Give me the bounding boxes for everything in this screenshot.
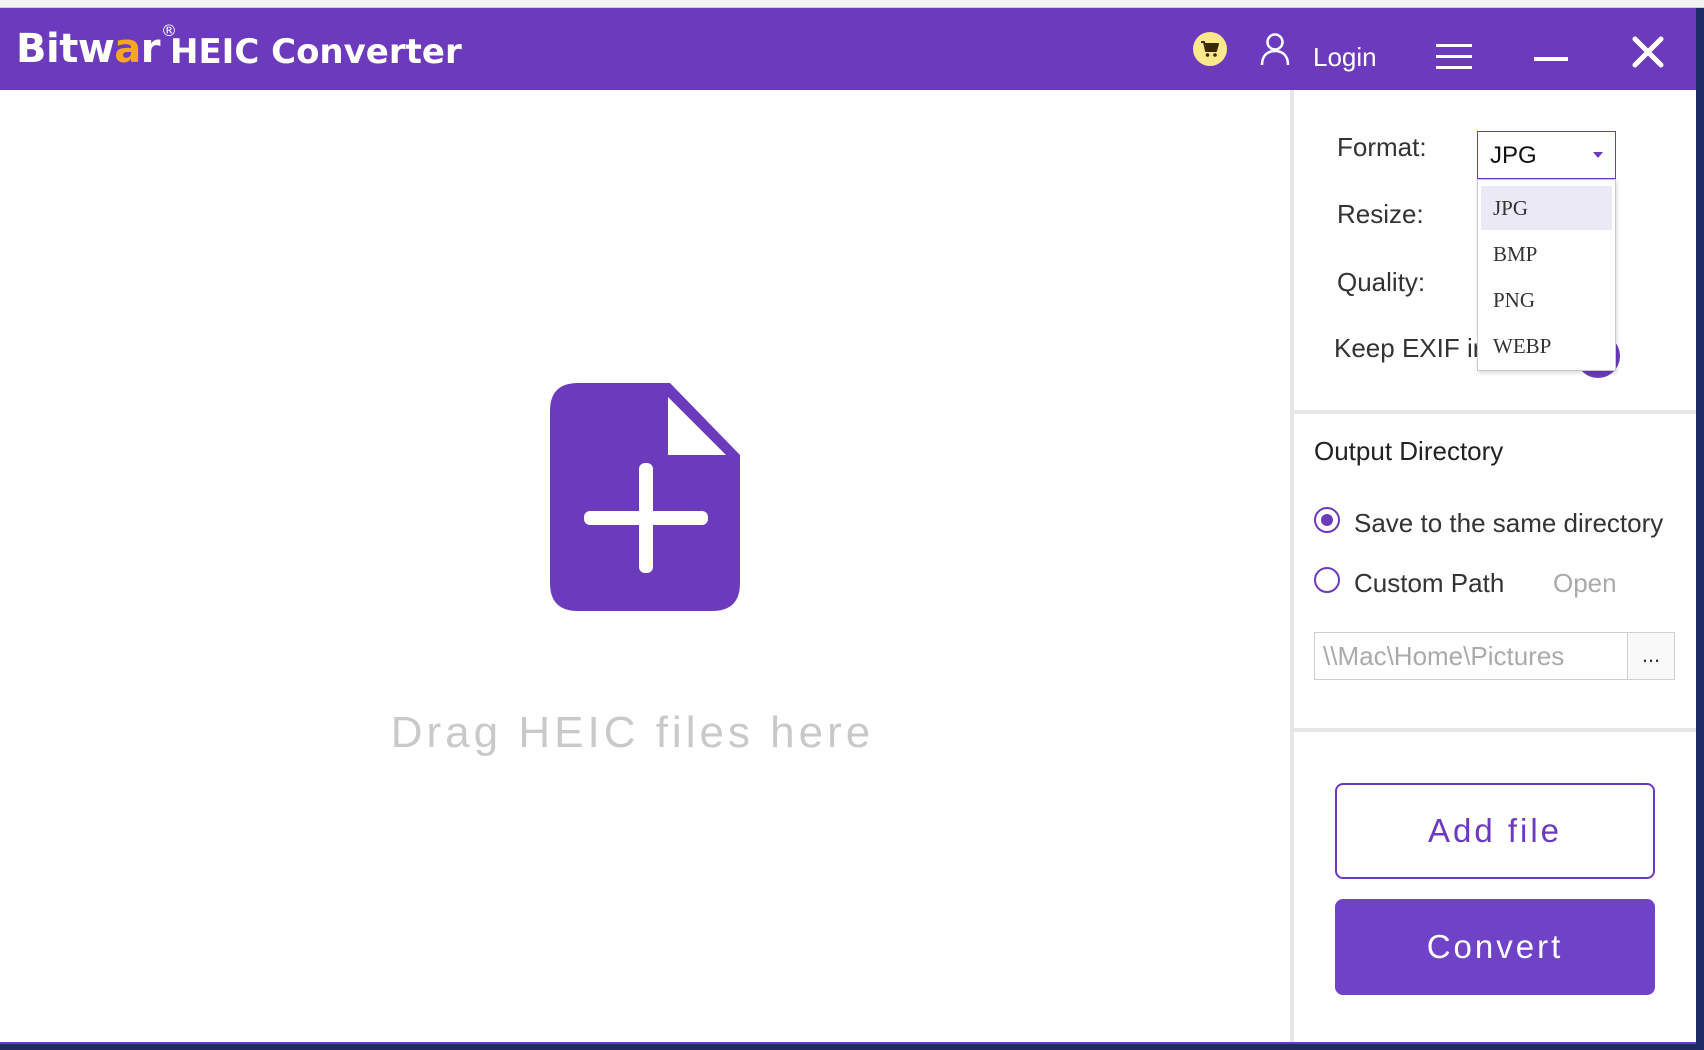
menu-icon[interactable] [1436,44,1472,70]
cart-icon [1201,41,1219,57]
format-option-png[interactable]: PNG [1481,278,1612,322]
desktop-background-right [1696,8,1704,1050]
open-folder-link[interactable]: Open [1553,568,1617,599]
format-option-webp[interactable]: WEBP [1481,324,1612,368]
add-file-button[interactable]: Add file [1335,783,1655,879]
output-path-field[interactable] [1314,632,1628,680]
chevron-down-icon [1593,152,1603,158]
format-label: Format: [1337,132,1427,162]
drop-hint: Drag HEIC files here [390,708,875,757]
minimize-icon[interactable] [1534,53,1568,65]
desktop-background-top [0,0,1704,8]
cart-button[interactable] [1193,32,1227,66]
resize-label: Resize: [1337,199,1424,229]
format-select[interactable]: JPG [1477,131,1616,179]
bitwar-logo: Bitwar® [16,20,177,72]
quality-label: Quality: [1337,267,1426,297]
app-title: HEIC Converter [170,32,462,72]
browse-button[interactable]: ... [1627,632,1675,680]
close-icon[interactable] [1632,36,1664,68]
section-divider [1294,410,1696,414]
desktop-background-bottom [0,1044,1704,1050]
format-select-value: JPG [1490,142,1537,169]
app-window: Bitwar® HEIC Converter Login Drag HEIC f… [0,8,1696,1044]
user-icon[interactable] [1258,32,1292,66]
format-option-jpg[interactable]: JPG [1481,186,1612,230]
same-directory-label[interactable]: Save to the same directory [1354,508,1663,539]
add-file-icon[interactable] [550,383,742,613]
custom-path-label[interactable]: Custom Path [1354,568,1504,599]
format-option-bmp[interactable]: BMP [1481,232,1612,276]
same-directory-radio[interactable] [1314,507,1340,533]
section-divider [1294,728,1696,732]
title-bar[interactable]: Bitwar® HEIC Converter Login [0,8,1696,90]
convert-button[interactable]: Convert [1335,899,1655,995]
custom-path-radio[interactable] [1314,567,1340,593]
keep-exif-label: Keep EXIF ir [1334,333,1482,363]
output-directory-title: Output Directory [1314,436,1504,466]
format-dropdown-list: JPG BMP PNG WEBP [1477,179,1616,371]
login-link[interactable]: Login [1313,42,1377,73]
